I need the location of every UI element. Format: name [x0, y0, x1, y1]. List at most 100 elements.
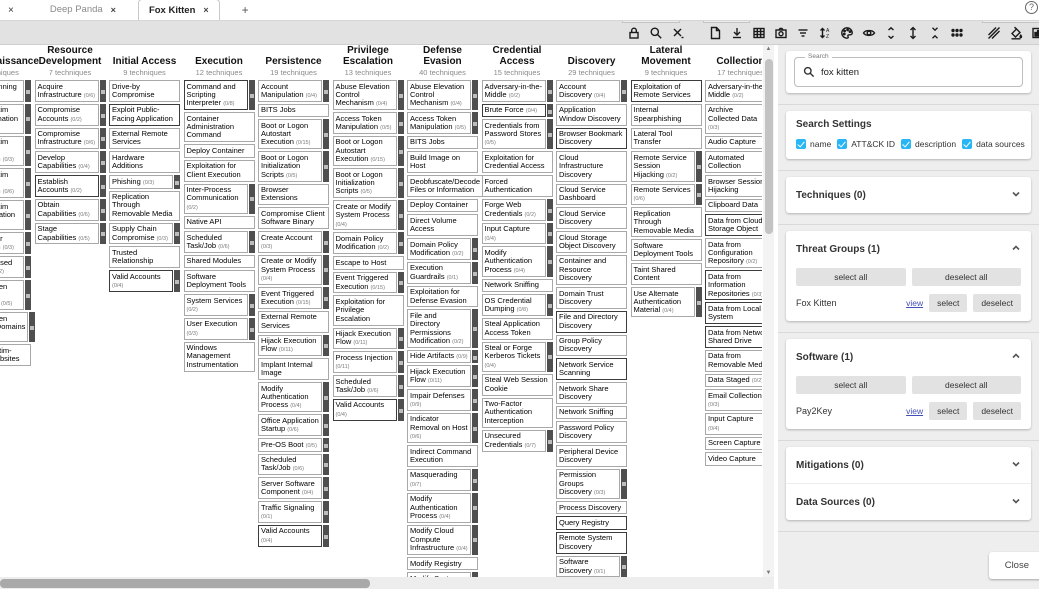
technique-cell[interactable]: Exploitation for Client Execution — [184, 160, 255, 182]
subtechnique-expand-bar[interactable] — [696, 151, 702, 181]
subtechnique-expand-bar[interactable] — [398, 232, 404, 254]
technique-cell[interactable]: Abuse Elevation Control Mechanism (0/4) — [333, 80, 404, 110]
lock-icon[interactable] — [626, 26, 641, 41]
technique-cell[interactable]: Windows Management Instrumentation — [184, 342, 255, 372]
technique-label[interactable]: Phishing for Information (0/3) — [0, 232, 24, 254]
technique-label[interactable]: Adversary-in-the-Middle (0/2) — [705, 80, 762, 102]
technique-label[interactable]: Screen Capture — [705, 437, 762, 450]
technique-cell[interactable]: BITS Jobs — [407, 136, 478, 149]
technique-cell[interactable]: Network Sniffing — [556, 406, 627, 419]
technique-label[interactable]: Data from Cloud Storage Object — [705, 214, 762, 236]
technique-label[interactable]: Abuse Elevation Control Mechanism (0/4) — [333, 80, 397, 110]
technique-label[interactable]: Input Capture (0/4) — [705, 413, 762, 435]
subtechnique-expand-bar[interactable] — [25, 200, 31, 230]
matrix-vertical-scrollbar[interactable]: ▲ ▼ — [763, 45, 774, 577]
technique-cell[interactable]: Data from Cloud Storage Object — [705, 214, 762, 236]
technique-label[interactable]: Gather Victim Identity Information (0/3) — [0, 136, 24, 166]
subtechnique-expand-bar[interactable] — [100, 175, 106, 197]
technique-cell[interactable]: Scheduled Task/Job (0/6) — [333, 375, 404, 397]
technique-label[interactable]: Process Injection (0/11) — [333, 351, 397, 373]
technique-label[interactable]: Scheduled Task/Job (0/6) — [258, 454, 322, 476]
subtechnique-expand-bar[interactable] — [472, 365, 478, 387]
subtechnique-expand-bar[interactable] — [547, 430, 553, 452]
subtechnique-expand-bar[interactable] — [25, 280, 31, 310]
technique-cell[interactable]: Browser Bookmark Discovery — [556, 128, 627, 150]
technique-label[interactable]: Obtain Capabilities (0/6) — [35, 199, 99, 221]
technique-label[interactable]: Data from Network Shared Drive — [705, 326, 762, 348]
technique-cell[interactable]: Modify Authentication Process (0/4) — [258, 382, 329, 412]
subtechnique-expand-bar[interactable] — [547, 342, 553, 372]
technique-cell[interactable]: Deobfuscate/Decode Files or Information — [407, 175, 478, 197]
download-icon[interactable] — [729, 26, 744, 41]
scoring-icon[interactable] — [1030, 26, 1039, 41]
technique-cell[interactable]: Data from Configuration Repository (0/2) — [705, 238, 762, 268]
technique-cell[interactable]: Cloud Service Discovery — [556, 207, 627, 229]
deselect-all-button[interactable]: deselect all — [912, 268, 1022, 286]
subtechnique-expand-bar[interactable] — [323, 454, 329, 476]
technique-label[interactable]: Access Token Manipulation (0/5) — [407, 112, 471, 134]
subtechnique-expand-bar[interactable] — [249, 80, 255, 110]
subtechnique-expand-bar[interactable] — [100, 104, 106, 126]
technique-cell[interactable]: Steal or Forge Kerberos Tickets (0/4) — [482, 342, 553, 372]
technique-label[interactable]: Audio Capture — [705, 136, 762, 149]
technique-label[interactable]: Domain Policy Modification (0/2) — [407, 238, 471, 260]
technique-cell[interactable]: Screen Capture — [705, 437, 762, 450]
technique-cell[interactable]: Remote Services (0/6) — [631, 184, 702, 206]
technique-label[interactable]: Input Capture (0/4) — [482, 223, 546, 245]
technique-cell[interactable]: Gather Victim Host Information (0/4) — [0, 104, 31, 134]
technique-cell[interactable]: Exploitation of Remote Services — [631, 80, 702, 102]
select-all-button[interactable]: select all — [796, 268, 906, 286]
subtechnique-expand-bar[interactable] — [547, 80, 553, 102]
technique-cell[interactable]: Process Discovery — [556, 501, 627, 514]
technique-cell[interactable]: Domain Policy Modification (0/2) — [407, 238, 478, 260]
subtechnique-expand-bar[interactable] — [398, 168, 404, 198]
technique-label[interactable]: Software Deployment Tools — [184, 270, 255, 292]
technique-cell[interactable]: Replication Through Removable Media — [631, 207, 702, 237]
subtechnique-expand-bar[interactable] — [547, 199, 553, 221]
subtechnique-expand-bar[interactable] — [472, 80, 478, 110]
technique-cell[interactable]: Internal Spearphishing — [631, 104, 702, 126]
technique-cell[interactable]: Event Triggered Execution (0/15) — [258, 287, 329, 309]
subtechnique-expand-bar[interactable] — [249, 294, 255, 316]
subtechnique-expand-bar[interactable] — [25, 136, 31, 166]
technique-label[interactable]: Direct Volume Access — [407, 214, 478, 236]
search-icon[interactable] — [648, 26, 663, 41]
technique-label[interactable]: Boot or Logon Autostart Execution (0/15) — [258, 119, 322, 149]
technique-label[interactable]: Traffic Signaling (0/1) — [258, 501, 322, 523]
technique-cell[interactable]: Network Share Discovery — [556, 382, 627, 404]
technique-cell[interactable]: Hijack Execution Flow (0/11) — [333, 328, 404, 350]
technique-label[interactable]: Remote Service Session Hijacking (0/2) — [631, 151, 695, 181]
technique-label[interactable]: Cloud Service Discovery — [556, 207, 627, 229]
subtechnique-expand-bar[interactable] — [621, 80, 627, 102]
technique-label[interactable]: Compromise Client Software Binary — [258, 207, 329, 229]
subtechnique-expand-bar[interactable] — [323, 382, 329, 412]
unfold-annotations-icon[interactable] — [883, 26, 898, 41]
technique-cell[interactable]: Gather Victim Org Information (0/4) — [0, 200, 31, 230]
technique-label[interactable]: Network Sniffing — [482, 279, 553, 292]
subtechnique-expand-bar[interactable] — [323, 80, 329, 102]
checkbox-icon[interactable] — [796, 139, 806, 149]
technique-label[interactable]: Search Open Websites/Domains (0/2) — [0, 312, 28, 342]
view-link[interactable]: view — [906, 298, 923, 308]
technique-cell[interactable]: Query Registry — [556, 516, 627, 529]
technique-label[interactable]: Account Discovery (0/4) — [556, 80, 620, 102]
matrix-horizontal-scrollbar[interactable] — [0, 577, 774, 589]
technique-label[interactable]: Group Policy Discovery — [556, 335, 627, 357]
technique-label[interactable]: Replication Through Removable Media — [631, 207, 702, 237]
subtechnique-expand-bar[interactable] — [100, 128, 106, 150]
technique-cell[interactable]: Create Account (0/3) — [258, 231, 329, 253]
technique-cell[interactable]: Password Policy Discovery — [556, 421, 627, 443]
chevron-down-icon[interactable] — [1011, 493, 1021, 511]
technique-label[interactable]: Scheduled Task/Job (0/6) — [333, 375, 397, 397]
technique-label[interactable]: Phishing (0/3) — [109, 175, 173, 188]
technique-cell[interactable]: User Execution (0/3) — [184, 318, 255, 340]
technique-label[interactable]: Network Service Scanning — [556, 358, 627, 380]
technique-cell[interactable]: Modify Registry — [407, 557, 478, 570]
technique-cell[interactable]: File and Directory Permissions Modificat… — [407, 309, 478, 348]
technique-label[interactable]: External Remote Services — [258, 311, 329, 333]
new-layer-icon[interactable] — [707, 26, 722, 41]
technique-cell[interactable]: Data from Local System — [705, 302, 762, 324]
technique-cell[interactable]: Hijack Execution Flow (0/11) — [258, 335, 329, 357]
scroll-down-icon[interactable]: ▼ — [763, 570, 774, 576]
technique-label[interactable]: Permission Groups Discovery (0/3) — [556, 469, 620, 499]
